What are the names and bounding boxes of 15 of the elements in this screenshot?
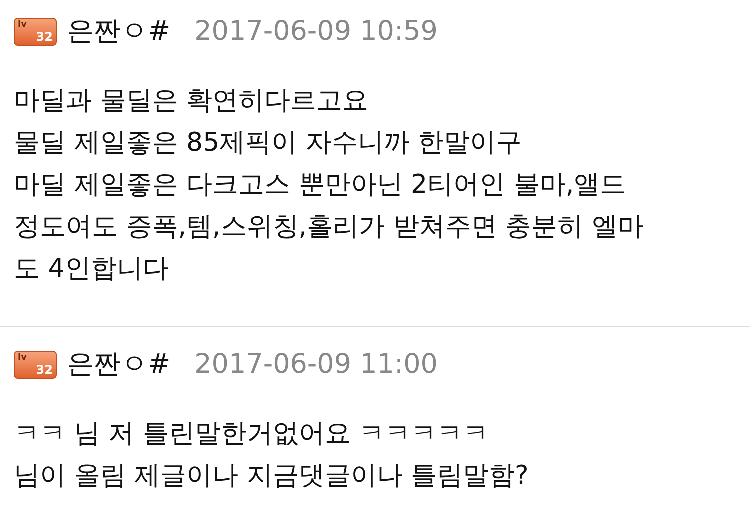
comment-date: 2017-06-09 10:59 [194,15,438,49]
author-name[interactable]: 은짠ㅇ# [67,15,171,49]
level-number: 32 [36,31,53,44]
comment-text: 마딜 제일좋은 다크고스 뿐만아닌 2티어인 불마,앨드 [14,169,626,202]
comment-date: 2017-06-09 11:00 [194,348,438,382]
comment-text: 님이 올림 제글이나 지금댓글이나 틀림말함? [14,460,529,493]
level-number: 32 [36,364,53,377]
comment-text: 정도여도 증폭,템,스위칭,홀리가 받쳐주면 충분히 엘마 [14,211,644,244]
level-prefix: lv [18,353,27,363]
comment-text: 물딜 제일좋은 85제픽이 자수니까 한말이구 [14,127,522,160]
comment-text: 도 4인합니다 [14,253,169,286]
level-prefix: lv [18,20,27,30]
comment-text: ㅋㅋ 님 저 틀린말한거없어요 ㅋㅋㅋㅋㅋ [14,418,490,451]
author-name[interactable]: 은짠ㅇ# [67,348,171,382]
comment-text: 마딜과 물딜은 확연히다르고요 [14,85,369,118]
